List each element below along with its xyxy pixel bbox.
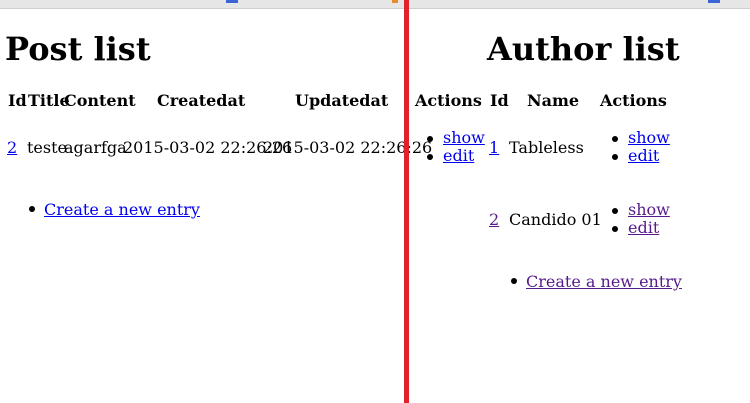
create-new-entry-link[interactable]: Create a new entry <box>526 272 682 291</box>
column-header-id: Id <box>490 91 509 110</box>
column-header-actions: Actions <box>600 91 667 110</box>
edit-link[interactable]: edit <box>443 146 474 165</box>
post-id-link[interactable]: 2 <box>7 138 17 157</box>
page-title: Author list <box>487 30 680 68</box>
list-item: edit <box>612 218 670 237</box>
column-header-updatedat: Updatedat <box>295 91 389 110</box>
list-item: show <box>612 200 670 219</box>
show-link[interactable]: show <box>628 200 670 219</box>
author-id-link[interactable]: 1 <box>489 138 499 157</box>
post-content-cell: agarfga <box>64 138 127 157</box>
author-actions-list: show edit <box>612 200 670 237</box>
list-item: edit <box>427 146 485 165</box>
page-title: Post list <box>5 30 151 68</box>
list-bullet <box>511 278 517 284</box>
post-actions-list: show edit <box>427 128 485 165</box>
author-name-cell: Tableless <box>509 138 584 157</box>
author-actions-list: show edit <box>612 128 670 165</box>
column-header-actions: Actions <box>415 91 482 110</box>
column-header-name: Name <box>527 91 580 110</box>
list-item: edit <box>612 146 670 165</box>
show-link[interactable]: show <box>628 128 670 147</box>
edit-link[interactable]: edit <box>628 146 659 165</box>
post-title-cell: teste <box>27 138 68 157</box>
edit-link[interactable]: edit <box>628 218 659 237</box>
create-new-entry-link[interactable]: Create a new entry <box>44 200 200 219</box>
toolbar-icon <box>392 0 398 3</box>
author-id-link[interactable]: 2 <box>489 210 499 229</box>
list-item: show <box>427 128 485 147</box>
list-item: show <box>612 128 670 147</box>
list-bullet <box>29 206 35 212</box>
author-name-cell: Candido 01 <box>509 210 602 229</box>
column-header-content: Content <box>64 91 136 110</box>
toolbar-icon <box>708 0 720 3</box>
browser-toolbar-strip <box>0 0 750 9</box>
show-link[interactable]: show <box>443 128 485 147</box>
toolbar-icon <box>226 0 238 3</box>
column-header-id: Id <box>8 91 27 110</box>
column-header-createdat: Createdat <box>157 91 246 110</box>
pane-divider <box>404 0 409 403</box>
